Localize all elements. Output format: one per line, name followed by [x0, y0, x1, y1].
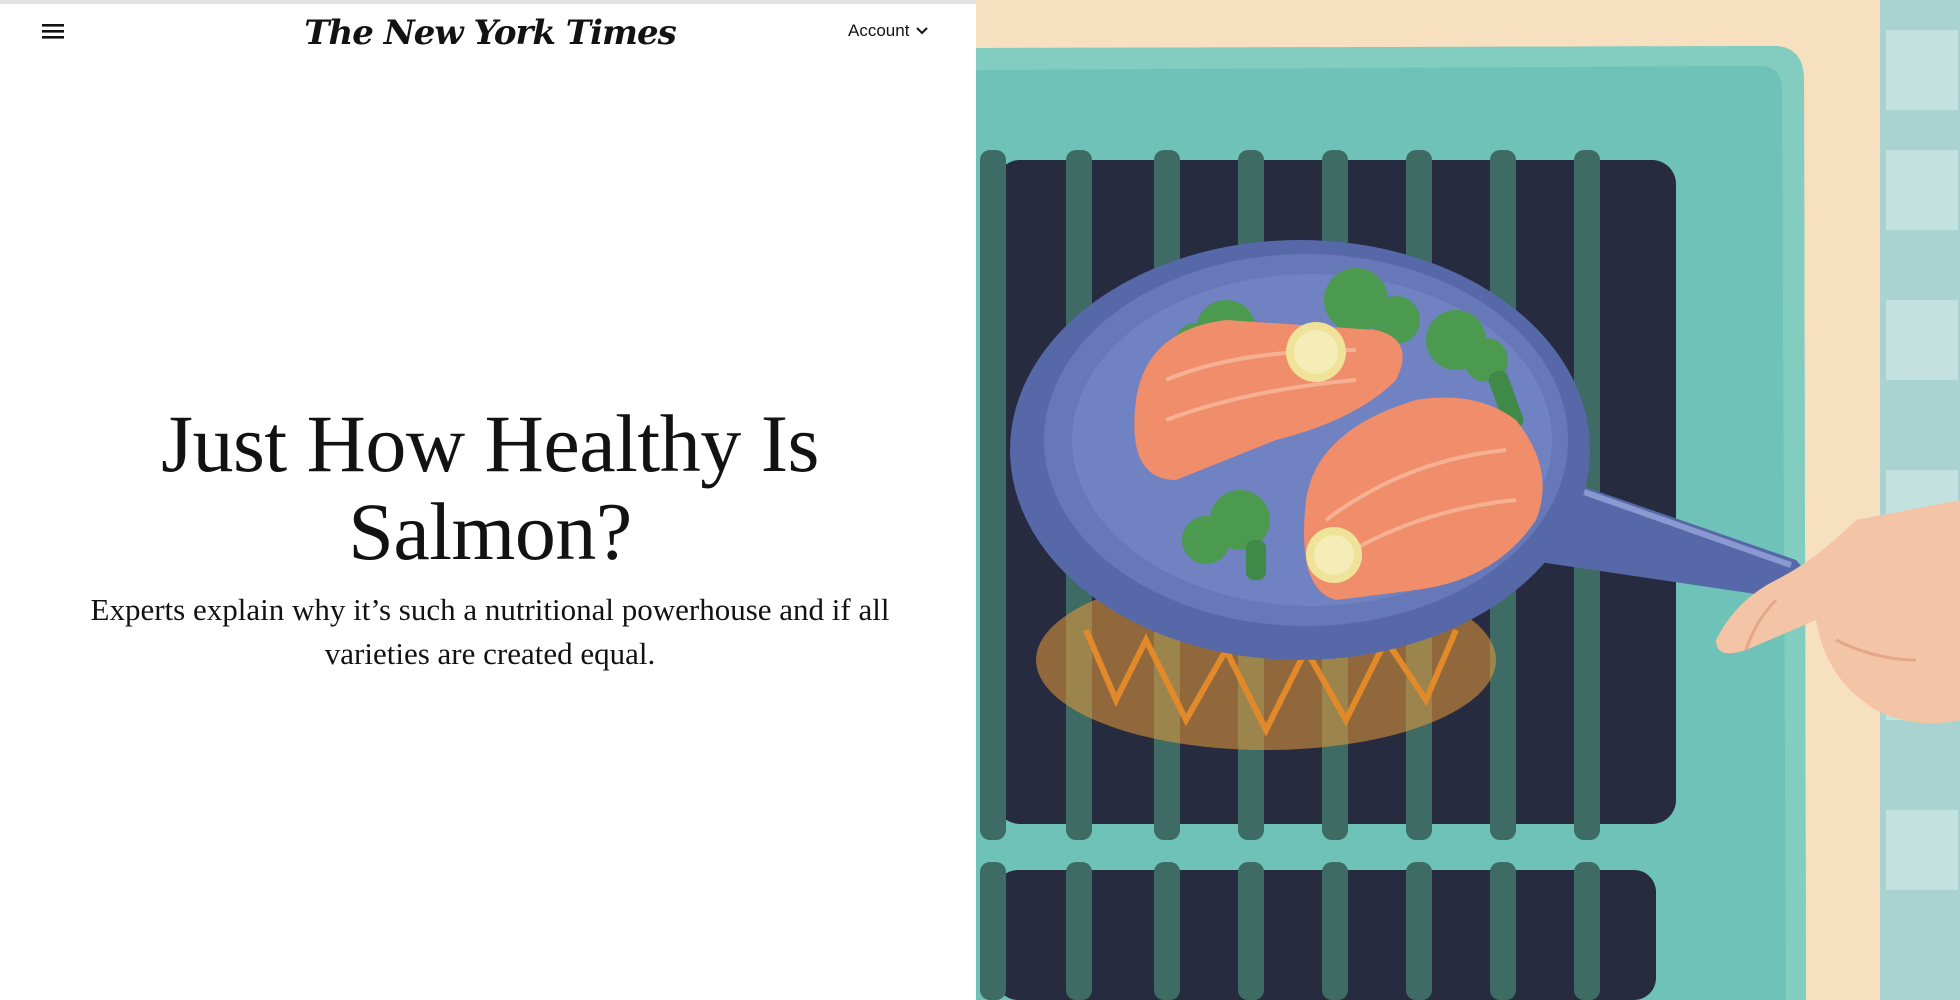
chevron-down-icon	[916, 22, 929, 40]
hamburger-menu-icon	[42, 22, 64, 40]
account-label: Account	[848, 21, 910, 40]
masthead-logo[interactable]: The New York Times	[250, 8, 730, 58]
masthead-text: The New York Times	[304, 13, 677, 53]
article-page: The New York Times Account Just How Heal…	[0, 0, 1960, 1000]
headline-block: Just How Healthy Is Salmon? Experts expl…	[40, 400, 940, 676]
menu-button[interactable]	[40, 18, 66, 44]
article-summary: Experts explain why it’s such a nutritio…	[90, 592, 890, 671]
top-divider	[0, 0, 976, 4]
article-header-panel: The New York Times Account Just How Heal…	[0, 0, 976, 1000]
tile-wall	[1880, 0, 1960, 1000]
salmon-in-pan-illustration	[976, 0, 1960, 1000]
account-button[interactable]: Account	[848, 18, 929, 44]
article-headline: Just How Healthy Is Salmon?	[161, 398, 819, 577]
